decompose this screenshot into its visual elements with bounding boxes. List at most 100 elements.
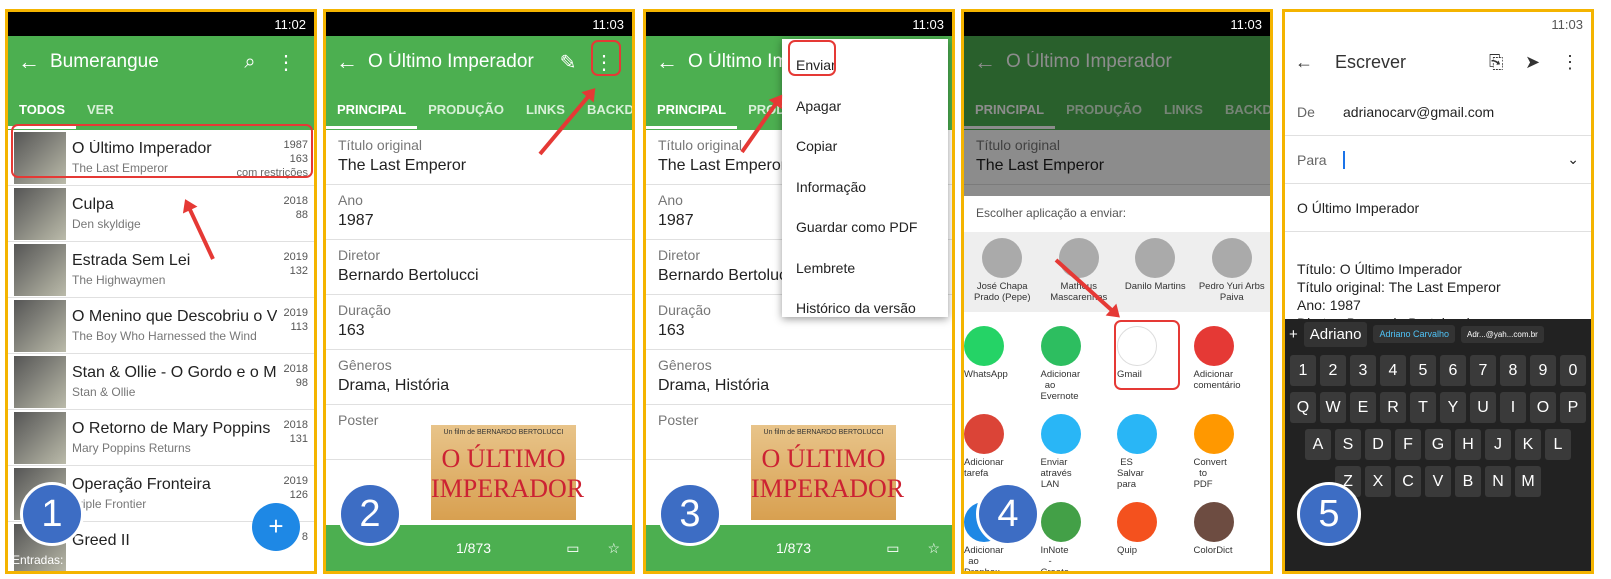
key[interactable]: W — [1320, 392, 1346, 423]
movie-duration: 131 — [289, 433, 308, 445]
share-app[interactable]: Convert to PDF — [1193, 408, 1234, 490]
list-item[interactable]: O Retorno de Mary Poppins Mary Poppins Re… — [8, 410, 314, 466]
key[interactable]: A — [1305, 429, 1331, 460]
add-fab-button[interactable]: + — [252, 503, 300, 551]
attach-icon[interactable]: ⎘ — [1489, 52, 1525, 73]
key[interactable]: D — [1365, 429, 1391, 460]
tab-principal[interactable]: PRINCIPAL — [326, 90, 418, 129]
key[interactable]: P — [1560, 392, 1586, 423]
suggestion-1[interactable]: Adriano — [1303, 321, 1368, 347]
share-contact[interactable]: Danilo Martins — [1117, 232, 1194, 312]
key[interactable]: 3 — [1350, 355, 1376, 386]
back-arrow-icon[interactable]: ← — [656, 49, 688, 75]
edit-pencil-icon[interactable]: ✎ — [550, 50, 586, 75]
key[interactable]: 4 — [1380, 355, 1406, 386]
comment-icon[interactable]: ▭ — [886, 540, 899, 557]
key[interactable]: I — [1500, 392, 1526, 423]
tab-principal[interactable]: PRINCIPAL — [646, 90, 738, 129]
page-counter: 1/873 — [776, 540, 812, 556]
key[interactable]: X — [1365, 466, 1391, 497]
key[interactable]: J — [1485, 429, 1511, 460]
share-app[interactable]: Enviar através LAN — [1040, 408, 1081, 490]
list-item[interactable]: Stan & Ollie - O Gordo e o M... Stan & Ol… — [8, 354, 314, 410]
app-toolbar: ← Bumerangue ⌕ ⋮ — [8, 36, 314, 88]
key[interactable]: 2 — [1320, 355, 1346, 386]
key[interactable]: C — [1395, 466, 1421, 497]
key[interactable]: 6 — [1440, 355, 1466, 386]
key[interactable]: H — [1455, 429, 1481, 460]
email-body[interactable]: Título: O Último Imperador Título origina… — [1285, 232, 1591, 332]
share-app[interactable]: ColorDict — [1193, 496, 1234, 571]
key[interactable]: O — [1530, 392, 1556, 423]
share-app[interactable]: Adicionar tarefa — [964, 408, 1004, 490]
key[interactable]: K — [1515, 429, 1541, 460]
share-contact[interactable]: José Chapa Prado (Pepe) — [964, 232, 1041, 312]
share-app[interactable]: Adicionar ao Evernote — [1040, 320, 1081, 402]
share-app[interactable]: WhatsApp — [964, 320, 1008, 402]
share-app[interactable]: Adicionar comentário — [1193, 320, 1241, 402]
share-app[interactable]: ES Salvar para — [1117, 408, 1157, 490]
from-email[interactable]: adrianocarv@gmail.com — [1343, 104, 1494, 120]
back-arrow-icon[interactable]: ← — [18, 49, 50, 75]
key[interactable]: M — [1515, 466, 1541, 497]
contact-name: Danilo Martins — [1124, 281, 1186, 292]
tab-producao[interactable]: PRODUÇÃO — [417, 102, 515, 117]
key[interactable]: E — [1350, 392, 1376, 423]
tab-links[interactable]: LINKS — [515, 102, 576, 117]
poster-title: O ÚLTIMO IMPERADOR — [431, 444, 585, 503]
star-icon[interactable]: ☆ — [607, 540, 620, 557]
key[interactable]: 0 — [1560, 355, 1586, 386]
share-contact[interactable]: Matheus Mascarenhas — [1041, 232, 1118, 312]
share-app[interactable]: InNote - Create Note — [1040, 496, 1081, 574]
star-icon[interactable]: ☆ — [927, 540, 940, 557]
key[interactable]: 9 — [1530, 355, 1556, 386]
comment-icon[interactable]: ▭ — [566, 540, 579, 557]
overflow-menu-icon[interactable]: ⋮ — [268, 50, 304, 75]
key[interactable]: 1 — [1290, 355, 1316, 386]
list-item[interactable]: O Menino que Descobriu o V... The Boy Who… — [8, 298, 314, 354]
key[interactable]: G — [1425, 429, 1451, 460]
key[interactable]: T — [1410, 392, 1436, 423]
tab-todos[interactable]: TODOS — [8, 90, 76, 129]
key[interactable]: S — [1335, 429, 1361, 460]
app-label: Adicionar ao Dropbox — [964, 545, 1004, 574]
from-row: De adrianocarv@gmail.com — [1285, 88, 1591, 136]
key[interactable]: U — [1470, 392, 1496, 423]
to-input[interactable] — [1343, 150, 1567, 169]
list-item[interactable]: Culpa Den skyldige 2018 88 — [8, 186, 314, 242]
key[interactable]: L — [1545, 429, 1571, 460]
share-contact[interactable]: Pedro Yuri Arbs Paiva — [1194, 232, 1271, 312]
key[interactable]: 5 — [1410, 355, 1436, 386]
menu-item[interactable]: Copiar — [782, 126, 948, 167]
back-arrow-icon[interactable]: ← — [336, 49, 368, 75]
menu-item[interactable]: Guardar como PDF — [782, 207, 948, 248]
tab-ver[interactable]: VER — [76, 102, 125, 117]
key[interactable]: 7 — [1470, 355, 1496, 386]
key[interactable]: B — [1455, 466, 1481, 497]
list-item[interactable]: Estrada Sem Lei The Highwaymen 2019 132 — [8, 242, 314, 298]
key[interactable]: Q — [1290, 392, 1316, 423]
key[interactable]: F — [1395, 429, 1421, 460]
suggestion-3[interactable]: Adr...@yah...com.br — [1461, 325, 1544, 343]
menu-item[interactable]: Lembrete — [782, 248, 948, 289]
key[interactable]: N — [1485, 466, 1511, 497]
overflow-menu-icon[interactable]: ⋮ — [1561, 52, 1581, 73]
app-label: InNote - Create Note — [1040, 545, 1070, 574]
movie-year-duration: 2019 132 — [284, 250, 308, 278]
back-arrow-icon[interactable]: ← — [1295, 52, 1335, 73]
plus-icon[interactable]: + — [1289, 326, 1298, 343]
subject-field[interactable]: O Último Imperador — [1285, 184, 1591, 232]
chevron-down-icon[interactable]: ⌄ — [1567, 151, 1579, 168]
key[interactable]: V — [1425, 466, 1451, 497]
share-app[interactable]: Quip — [1117, 496, 1157, 571]
key[interactable]: Y — [1440, 392, 1466, 423]
tab-backdrops[interactable]: BACKDROPS — [576, 102, 632, 117]
menu-item[interactable]: Apagar — [782, 86, 948, 127]
key[interactable]: R — [1380, 392, 1406, 423]
search-icon[interactable]: ⌕ — [232, 51, 268, 74]
key[interactable]: 8 — [1500, 355, 1526, 386]
menu-item[interactable]: Informação — [782, 167, 948, 208]
send-icon[interactable]: ➤ — [1525, 52, 1561, 73]
menu-item[interactable]: Histórico da versão — [782, 288, 948, 329]
suggestion-2[interactable]: Adriano Carvalho — [1373, 325, 1456, 343]
